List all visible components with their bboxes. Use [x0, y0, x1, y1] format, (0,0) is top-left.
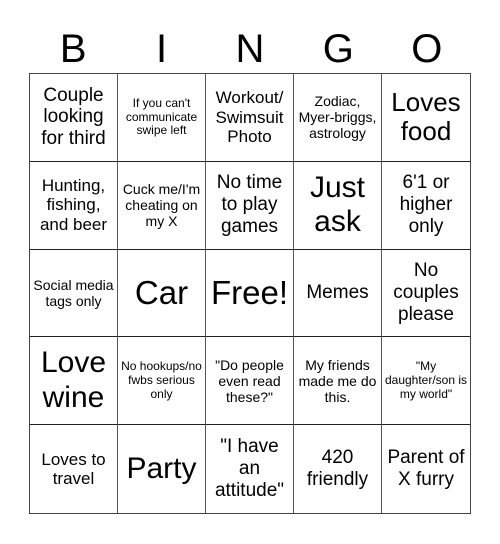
bingo-cell[interactable]: "Do people even read these?": [206, 337, 294, 426]
bingo-cell[interactable]: 420 friendly: [294, 425, 382, 513]
bingo-cell[interactable]: Free!: [206, 249, 294, 338]
header-letter-o: O: [411, 27, 443, 71]
bingo-cell[interactable]: Zodiac, Myer-briggs, astrology: [294, 74, 382, 162]
bingo-cell[interactable]: No hookups/no fwbs serious only: [118, 337, 206, 426]
bingo-cell[interactable]: Memes: [294, 249, 382, 338]
bingo-cell[interactable]: Love wine: [30, 337, 118, 426]
bingo-cell[interactable]: "I have an attitude": [206, 425, 294, 513]
bingo-cell[interactable]: Workout/ Swimsuit Photo: [206, 74, 294, 162]
bingo-cell[interactable]: Just ask: [294, 161, 382, 250]
header-letter-g: G: [322, 27, 354, 71]
bingo-cell[interactable]: Loves food: [382, 74, 470, 162]
bingo-cell[interactable]: Hunting, fishing, and beer: [30, 161, 118, 250]
bingo-cell[interactable]: "My daughter/son is my world": [382, 337, 470, 426]
bingo-cell[interactable]: My friends made me do this.: [294, 337, 382, 426]
bingo-cell[interactable]: Couple looking for third: [30, 74, 118, 162]
bingo-card-grid: Couple looking for third If you can't com…: [29, 73, 471, 514]
bingo-cell[interactable]: If you can't communicate swipe left: [118, 74, 206, 162]
bingo-cell[interactable]: Social media tags only: [30, 249, 118, 338]
bingo-cell[interactable]: Parent of X furry: [382, 425, 470, 513]
header-letter-i: I: [156, 27, 168, 71]
header-letter-b: B: [59, 27, 87, 71]
bingo-cell[interactable]: No couples please: [382, 250, 470, 338]
bingo-header: B I N G O: [29, 26, 471, 72]
bingo-cell[interactable]: Car: [118, 249, 206, 338]
header-letter-n: N: [235, 27, 265, 71]
bingo-cell[interactable]: No time to play games: [206, 161, 294, 250]
bingo-cell[interactable]: Party: [118, 425, 206, 513]
bingo-cell[interactable]: 6'1 or higher only: [382, 162, 470, 250]
bingo-cell[interactable]: Cuck me/I'm cheating on my X: [118, 161, 206, 250]
bingo-cell[interactable]: Loves to travel: [30, 425, 118, 513]
